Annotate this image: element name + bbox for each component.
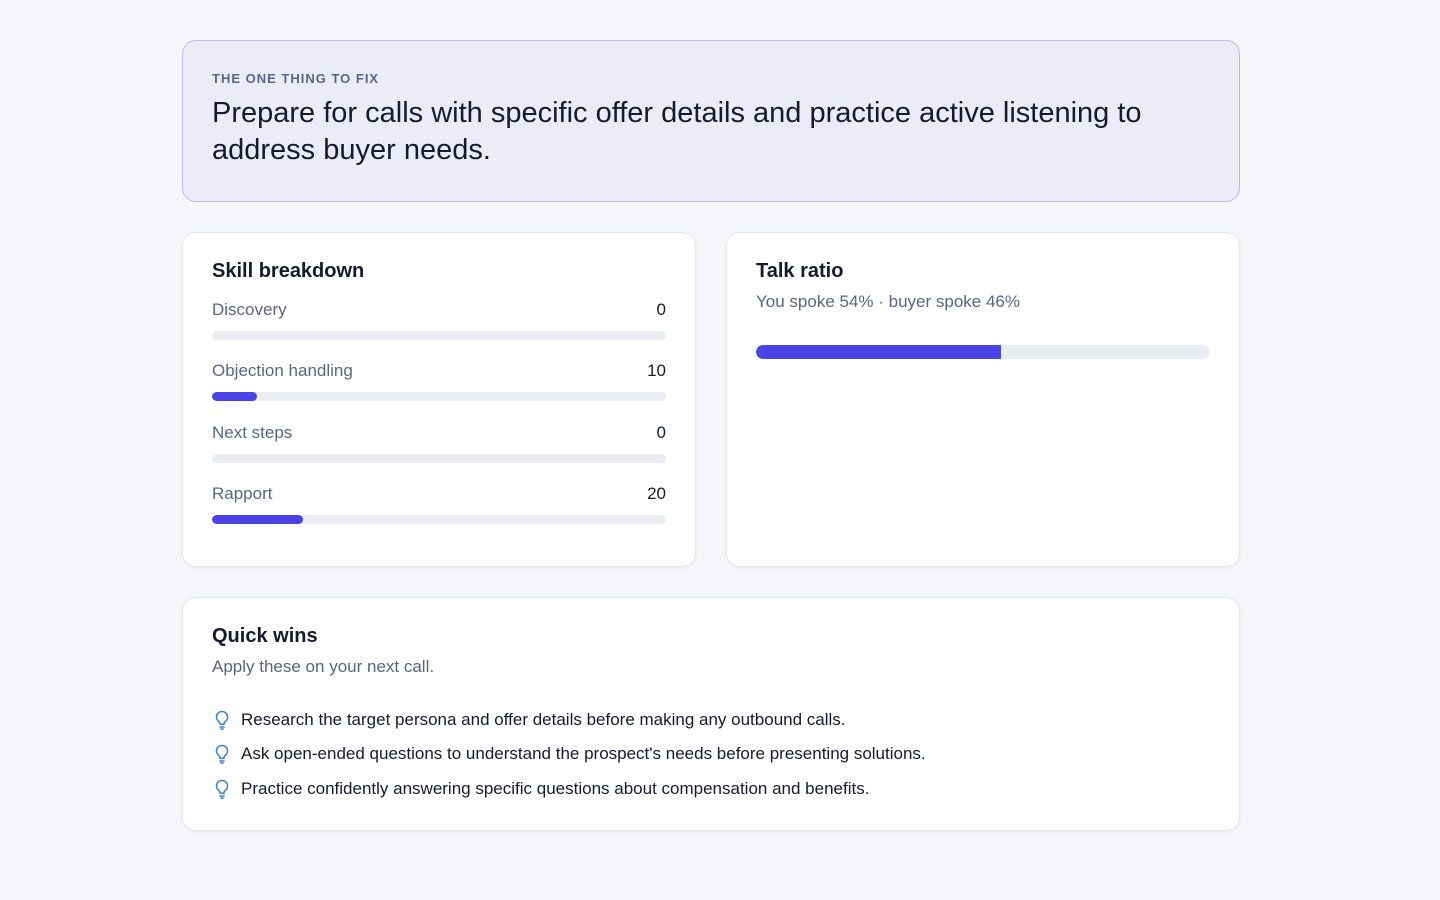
talk-ratio-bar xyxy=(756,345,1210,359)
skill-progress-fill xyxy=(212,392,258,402)
list-item: Ask open-ended questions to understand t… xyxy=(212,737,1210,771)
skill-score: 10 xyxy=(647,361,666,381)
metrics-row: Skill breakdown Discovery 0 Objection ha… xyxy=(182,232,1240,567)
quick-win-text: Research the target persona and offer de… xyxy=(241,710,846,730)
talk-ratio-card: Talk ratio You spoke 54% · buyer spoke 4… xyxy=(726,232,1240,567)
talk-ratio-you-fill xyxy=(756,345,1002,359)
skill-progress-track xyxy=(212,392,666,402)
quick-win-text: Practice confidently answering specific … xyxy=(241,778,870,798)
skill-name: Next steps xyxy=(212,422,293,442)
focus-text: Prepare for calls with specific offer de… xyxy=(212,97,1142,166)
skill-progress-fill xyxy=(212,514,303,524)
skill-score: 0 xyxy=(656,422,666,442)
skill-score: 0 xyxy=(656,300,666,319)
list-item: Research the target persona and offer de… xyxy=(212,703,1210,737)
quick-wins-title: Quick wins xyxy=(212,625,318,647)
list-item: Practice confidently answering specific … xyxy=(212,772,1210,806)
skill-progress-track xyxy=(212,453,666,463)
lightbulb-icon xyxy=(212,778,232,800)
lightbulb-icon xyxy=(212,709,232,731)
skill-row: Discovery 0 xyxy=(212,300,666,361)
quick-wins-list: Research the target persona and offer de… xyxy=(212,703,1210,806)
talk-ratio-summary: You spoke 54% · buyer spoke 46% xyxy=(756,292,1020,311)
skill-row: Next steps 0 xyxy=(212,423,666,484)
skill-row: Objection handling 10 xyxy=(212,361,666,422)
talk-ratio-title: Talk ratio xyxy=(756,260,844,282)
skill-breakdown-card: Skill breakdown Discovery 0 Objection ha… xyxy=(182,232,696,567)
skill-score: 20 xyxy=(647,483,666,503)
skill-progress-track xyxy=(212,331,666,340)
skill-name: Discovery xyxy=(212,300,287,319)
one-thing-to-fix-card: THE ONE THING TO FIX Prepare for calls w… xyxy=(182,40,1240,202)
skill-name: Objection handling xyxy=(212,361,353,381)
skill-name: Rapport xyxy=(212,483,273,503)
skill-progress-track xyxy=(212,514,666,524)
lightbulb-icon xyxy=(212,743,232,765)
coaching-report: THE ONE THING TO FIX Prepare for calls w… xyxy=(182,40,1240,831)
quick-wins-card: Quick wins Apply these on your next call… xyxy=(182,597,1240,831)
focus-eyebrow: THE ONE THING TO FIX xyxy=(212,71,380,86)
quick-win-text: Ask open-ended questions to understand t… xyxy=(241,744,926,764)
skill-breakdown-title: Skill breakdown xyxy=(212,260,365,282)
quick-wins-subtitle: Apply these on your next call. xyxy=(212,657,435,676)
skill-row: Rapport 20 xyxy=(212,484,666,545)
skill-list: Discovery 0 Objection handling 10 Next s… xyxy=(212,300,666,545)
